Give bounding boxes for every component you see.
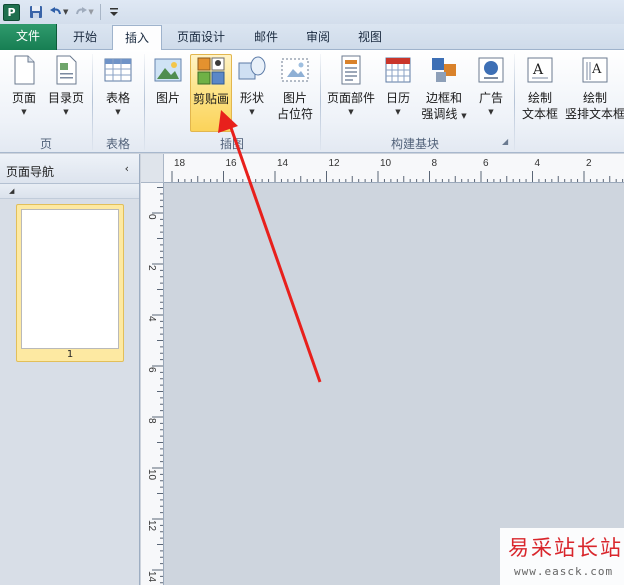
site-watermark: 易采站长站 www.easck.com bbox=[500, 528, 624, 585]
watermark-url: www.easck.com bbox=[514, 565, 614, 578]
watermark-title: 易采站长站 bbox=[508, 536, 623, 560]
annotation-arrow bbox=[218, 110, 322, 383]
